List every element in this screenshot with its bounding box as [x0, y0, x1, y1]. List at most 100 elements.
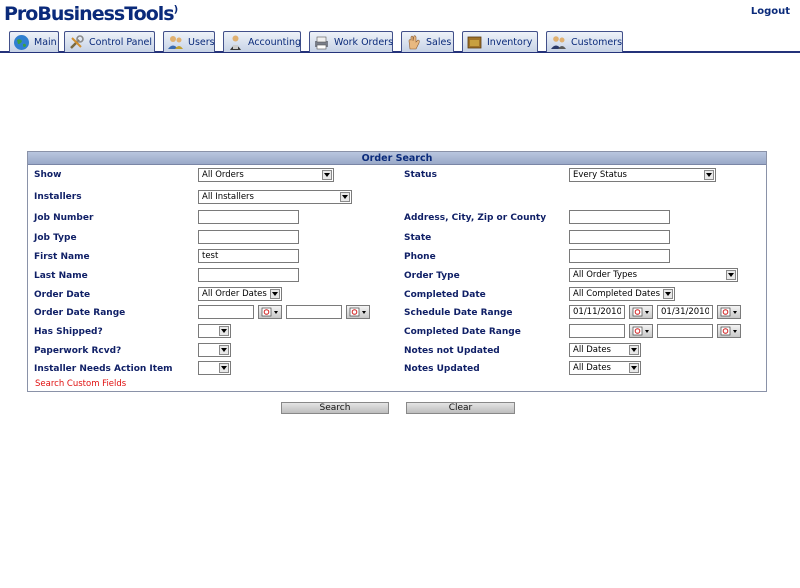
tab-users[interactable]: Users [163, 31, 215, 52]
address-input[interactable] [569, 210, 670, 224]
paperwork-rcvd-label: Paperwork Rcvd? [34, 346, 122, 356]
logout-link[interactable]: Logout [751, 6, 790, 17]
show-select[interactable]: All Orders [198, 168, 334, 182]
last-name-label: Last Name [34, 271, 88, 281]
search-custom-fields-link[interactable]: Search Custom Fields [35, 379, 126, 389]
completed-date-label: Completed Date [404, 290, 486, 300]
has-shipped-label: Has Shipped? [34, 327, 103, 337]
order-date-range-label: Order Date Range [34, 308, 126, 318]
chevron-down-icon [219, 345, 229, 355]
box-icon [466, 34, 483, 51]
show-label: Show [34, 170, 62, 180]
chevron-down-icon [270, 289, 280, 299]
order-date-from-input[interactable] [198, 305, 254, 319]
logo-mark: ) [173, 4, 178, 16]
chevron-down-icon [322, 170, 332, 180]
tab-label: Customers [571, 36, 623, 48]
phone-label: Phone [404, 252, 436, 262]
tab-control-panel[interactable]: Control Panel [64, 31, 155, 52]
tab-label: Sales [426, 36, 452, 48]
tab-sales[interactable]: Sales [401, 31, 454, 52]
status-label: Status [404, 170, 437, 180]
first-name-input[interactable] [198, 249, 299, 263]
phone-input[interactable] [569, 249, 670, 263]
notes-not-updated-select-value: All Dates [573, 345, 611, 355]
calendar-icon [632, 326, 649, 336]
users-icon [167, 34, 184, 51]
completed-date-from-input[interactable] [569, 324, 625, 338]
calendar-icon [720, 326, 737, 336]
order-date-select[interactable]: All Order Dates [198, 287, 282, 301]
calendar-button[interactable] [717, 324, 741, 338]
search-button[interactable]: Search [281, 402, 389, 414]
tab-label: Work Orders [334, 36, 394, 48]
tab-main[interactable]: Main [9, 31, 59, 52]
hand-icon [405, 34, 422, 51]
notes-not-updated-label: Notes not Updated [404, 346, 500, 356]
calendar-button[interactable] [629, 324, 653, 338]
completed-date-to-input[interactable] [657, 324, 713, 338]
tab-accounting[interactable]: Accounting [223, 31, 301, 52]
order-date-to-input[interactable] [286, 305, 342, 319]
installers-label: Installers [34, 192, 82, 202]
job-number-label: Job Number [34, 213, 94, 223]
notes-updated-label: Notes Updated [404, 364, 480, 374]
notes-not-updated-select[interactable]: All Dates [569, 343, 641, 357]
main-nav: Main Control Panel Users Accounting Work… [0, 31, 800, 53]
show-select-value: All Orders [202, 170, 244, 180]
printer-icon [313, 34, 330, 51]
calendar-button[interactable] [629, 305, 653, 319]
installers-select-value: All Installers [202, 192, 254, 202]
accountant-icon [227, 34, 244, 51]
installers-select[interactable]: All Installers [198, 190, 352, 204]
state-input[interactable] [569, 230, 670, 244]
schedule-date-range-label: Schedule Date Range [404, 308, 513, 318]
calendar-button[interactable] [346, 305, 370, 319]
tab-label: Users [188, 36, 215, 48]
calendar-icon [261, 307, 278, 317]
tab-work-orders[interactable]: Work Orders [309, 31, 393, 52]
notes-updated-select[interactable]: All Dates [569, 361, 641, 375]
chevron-down-icon [726, 270, 736, 280]
tab-label: Main [34, 36, 57, 48]
status-select-value: Every Status [573, 170, 627, 180]
order-type-select[interactable]: All Order Types [569, 268, 738, 282]
chevron-down-icon [219, 326, 229, 336]
first-name-label: First Name [34, 252, 90, 262]
logo-text: ProBusinessTools [4, 3, 175, 25]
installer-action-select[interactable] [198, 361, 231, 375]
tab-label: Inventory [487, 36, 533, 48]
chevron-down-icon [629, 345, 639, 355]
tab-inventory[interactable]: Inventory [462, 31, 538, 52]
completed-date-range-label: Completed Date Range [404, 327, 521, 337]
tools-icon [68, 34, 85, 51]
schedule-date-from-input[interactable] [569, 305, 625, 319]
chevron-down-icon [704, 170, 714, 180]
last-name-input[interactable] [198, 268, 299, 282]
tab-label: Control Panel [89, 36, 152, 48]
notes-updated-select-value: All Dates [573, 363, 611, 373]
tab-customers[interactable]: Customers [546, 31, 623, 52]
completed-date-select-value: All Completed Dates [573, 289, 661, 299]
order-type-select-value: All Order Types [573, 270, 638, 280]
calendar-icon [632, 307, 649, 317]
status-select[interactable]: Every Status [569, 168, 716, 182]
chevron-down-icon [663, 289, 673, 299]
order-date-label: Order Date [34, 290, 91, 300]
job-number-input[interactable] [198, 210, 299, 224]
schedule-date-to-input[interactable] [657, 305, 713, 319]
calendar-button[interactable] [717, 305, 741, 319]
calendar-button[interactable] [258, 305, 282, 319]
installer-action-label: Installer Needs Action Item [34, 364, 173, 374]
completed-date-select[interactable]: All Completed Dates [569, 287, 675, 301]
paperwork-rcvd-select[interactable] [198, 343, 231, 357]
state-label: State [404, 233, 432, 243]
clear-button[interactable]: Clear [406, 402, 515, 414]
order-date-select-value: All Order Dates [202, 289, 267, 299]
has-shipped-select[interactable] [198, 324, 231, 338]
tab-label: Accounting [248, 36, 302, 48]
job-type-input[interactable] [198, 230, 299, 244]
order-search-panel: Order Search Show All Orders Status Ever… [27, 151, 767, 392]
job-type-label: Job Type [34, 233, 77, 243]
panel-title: Order Search [28, 152, 766, 165]
